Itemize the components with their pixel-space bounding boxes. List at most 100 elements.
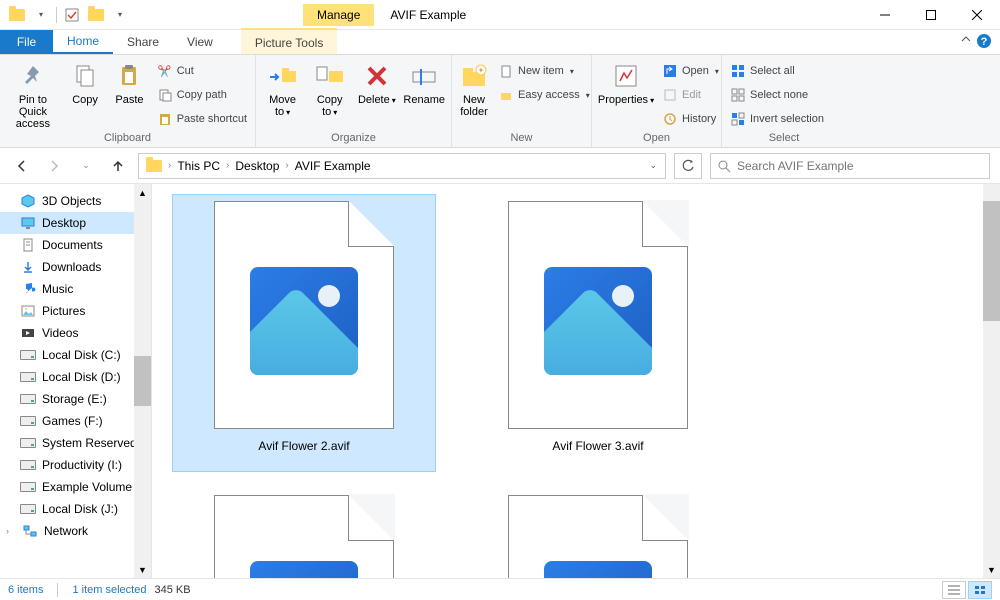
new-item-button[interactable]: New item▾ [496, 60, 592, 82]
checkbox-icon[interactable] [61, 4, 83, 26]
copy-path-button[interactable]: Copy path [155, 84, 249, 106]
nav-item-down[interactable]: Downloads [0, 256, 151, 278]
nav-item-drive[interactable]: Local Disk (J:) [0, 498, 151, 520]
view-switcher [942, 581, 992, 599]
close-button[interactable] [954, 0, 1000, 30]
nav-item-label: Videos [42, 326, 78, 340]
separator [57, 583, 58, 597]
nav-item-net[interactable]: ›Network [0, 520, 151, 542]
nav-item-drive[interactable]: Local Disk (D:) [0, 366, 151, 388]
large-icons-view-button[interactable] [968, 581, 992, 599]
help-icon[interactable]: ? [976, 33, 994, 51]
ribbon-group-open: Properties▾ Open▾ Edit History Open [592, 55, 722, 147]
refresh-button[interactable] [674, 153, 702, 179]
nav-item-vid[interactable]: Videos [0, 322, 151, 344]
properties-button[interactable]: Properties▾ [598, 58, 654, 107]
net-icon [22, 523, 38, 539]
address-bar: ⌄ › This PC › Desktop › AVIF Example ⌄ [0, 148, 1000, 184]
delete-icon [361, 60, 393, 92]
breadcrumb-this-pc[interactable]: This PC [174, 159, 223, 173]
recent-locations-button[interactable]: ⌄ [74, 154, 98, 178]
history-button[interactable]: History [660, 108, 721, 130]
cut-button[interactable]: ✂️Cut [155, 60, 249, 82]
minimize-button[interactable] [862, 0, 908, 30]
chevron-right-icon[interactable]: › [225, 160, 230, 171]
file-item[interactable]: AVIF Flower 4.avif [172, 488, 436, 578]
delete-button[interactable]: Delete▾ [356, 58, 397, 107]
breadcrumb-desktop[interactable]: Desktop [232, 159, 282, 173]
select-all-button[interactable]: Select all [728, 60, 826, 82]
svg-text:✦: ✦ [478, 66, 485, 75]
tab-picture-tools[interactable]: Picture Tools [241, 28, 337, 54]
nav-scrollbar[interactable] [134, 201, 151, 561]
address-dropdown-icon[interactable]: ⌄ [645, 160, 661, 171]
chevron-right-icon[interactable]: › [284, 160, 289, 171]
maximize-button[interactable] [908, 0, 954, 30]
nav-item-label: 3D Objects [42, 194, 101, 208]
copy-to-button[interactable]: Copy to▾ [309, 58, 350, 119]
paste-shortcut-button[interactable]: Paste shortcut [155, 108, 249, 130]
nav-item-pic[interactable]: Pictures [0, 300, 151, 322]
search-input[interactable] [737, 159, 983, 173]
details-view-button[interactable] [942, 581, 966, 599]
nav-item-drive[interactable]: Productivity (I:) [0, 454, 151, 476]
rename-button[interactable]: Rename [403, 58, 445, 106]
nav-item-music[interactable]: Music [0, 278, 151, 300]
chevron-right-icon[interactable]: › [167, 160, 172, 171]
tab-home[interactable]: Home [53, 30, 113, 54]
paste-button[interactable]: Paste [110, 58, 148, 106]
nav-scrollbar-thumb[interactable] [134, 356, 151, 406]
nav-item-label: Local Disk (J:) [42, 502, 118, 516]
folder-icon[interactable] [85, 4, 107, 26]
invert-selection-icon [730, 111, 746, 127]
edit-button[interactable]: Edit [660, 84, 721, 106]
new-folder-button[interactable]: ✦New folder [458, 58, 490, 118]
select-none-icon [730, 87, 746, 103]
pic-icon [20, 303, 36, 319]
file-item[interactable]: Avif Flower 3.avif [466, 194, 730, 472]
qat-customize-icon[interactable]: ▾ [109, 4, 131, 26]
chevron-right-icon[interactable]: › [6, 526, 16, 536]
file-thumbnail [214, 201, 394, 429]
ribbon-group-select: Select all Select none Invert selection … [722, 55, 846, 147]
nav-item-drive[interactable]: Games (F:) [0, 410, 151, 432]
up-button[interactable] [106, 154, 130, 178]
copy-button[interactable]: Copy [66, 58, 104, 106]
file-item[interactable]: Avif Flower 2.avif [172, 194, 436, 472]
content-scroll-down-button[interactable]: ▼ [983, 561, 1000, 578]
nav-item-drive[interactable]: Local Disk (C:) [0, 344, 151, 366]
open-button[interactable]: Open▾ [660, 60, 721, 82]
nav-item-drive[interactable]: System Reserved [0, 432, 151, 454]
easy-access-button[interactable]: Easy access▾ [496, 84, 592, 106]
nav-item-drive[interactable]: Storage (E:) [0, 388, 151, 410]
nav-item-drive[interactable]: Example Volume [0, 476, 151, 498]
file-tab[interactable]: File [0, 30, 53, 54]
nav-item-doc[interactable]: Documents [0, 234, 151, 256]
status-bar: 6 items 1 item selected 345 KB [0, 578, 1000, 600]
paste-icon [113, 60, 145, 92]
ribbon: Pin to Quick access Copy Paste ✂️Cut Cop… [0, 55, 1000, 148]
select-none-button[interactable]: Select none [728, 84, 826, 106]
invert-selection-button[interactable]: Invert selection [728, 108, 826, 130]
search-box[interactable] [710, 153, 990, 179]
nav-scroll-down-button[interactable]: ▼ [134, 561, 151, 578]
tab-view[interactable]: View [173, 30, 227, 54]
content-scrollbar-thumb[interactable] [983, 201, 1000, 321]
tab-share[interactable]: Share [113, 30, 173, 54]
content-scrollbar[interactable] [983, 184, 1000, 578]
pin-to-quick-access-button[interactable]: Pin to Quick access [6, 58, 60, 130]
breadcrumb-current[interactable]: AVIF Example [292, 159, 374, 173]
qat-dropdown-icon[interactable]: ▾ [30, 4, 52, 26]
nav-scroll-up-button[interactable]: ▲ [134, 184, 151, 201]
address-box[interactable]: › This PC › Desktop › AVIF Example ⌄ [138, 153, 666, 179]
folder-icon[interactable] [6, 4, 28, 26]
nav-item-3d[interactable]: 3D Objects [0, 190, 151, 212]
svg-text:?: ? [981, 36, 988, 48]
nav-item-desktop[interactable]: Desktop [0, 212, 151, 234]
file-item[interactable] [466, 488, 730, 578]
forward-button[interactable] [42, 154, 66, 178]
contextual-tab-label: Manage [303, 4, 374, 26]
move-to-button[interactable]: Move to▾ [262, 58, 303, 119]
collapse-ribbon-icon[interactable] [960, 33, 972, 48]
back-button[interactable] [10, 154, 34, 178]
